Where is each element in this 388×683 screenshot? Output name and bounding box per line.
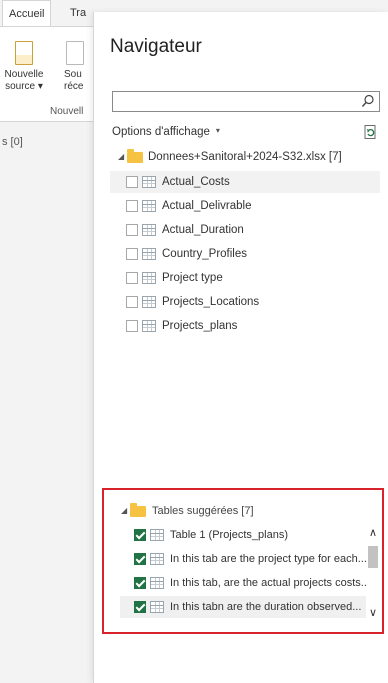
checkbox[interactable]	[126, 224, 138, 236]
suggested-item[interactable]: In this tabn are the duration observed..…	[120, 596, 366, 618]
new-source-button[interactable]: Nouvelle source ▾	[4, 41, 44, 93]
tree-item[interactable]: Projects_Locations	[126, 291, 380, 313]
table-icon	[142, 272, 156, 284]
scroll-down-icon[interactable]: ∨	[366, 606, 380, 620]
tree-item[interactable]: Projects_plans	[126, 315, 380, 337]
suggested-tables-panel: ◢ Tables suggérées [7] Table 1 (Projects…	[102, 488, 384, 634]
suggested-item-label: Table 1 (Projects_plans)	[170, 529, 289, 541]
table-icon	[150, 601, 164, 613]
checkbox[interactable]	[126, 320, 138, 332]
tree-item[interactable]: Actual_Delivrable	[126, 195, 380, 217]
tab-transform[interactable]: Tra	[64, 0, 92, 26]
checkbox[interactable]	[126, 176, 138, 188]
suggested-item[interactable]: In this tab are the project type for eac…	[134, 548, 366, 570]
tree-item[interactable]: Actual_Costs	[110, 171, 380, 193]
table-icon	[150, 529, 164, 541]
tree-item[interactable]: Actual_Duration	[126, 219, 380, 241]
display-options-dropdown[interactable]: Options d'affichage ▾	[112, 126, 220, 138]
suggested-tables-label: Tables suggérées [7]	[152, 505, 254, 517]
ribbon-tabs: Accueil Tra	[0, 0, 100, 26]
new-source-icon	[15, 41, 33, 65]
workbook-label: Donnees+Sanitoral+2024-S32.xlsx [7]	[148, 151, 342, 163]
collapse-icon[interactable]: ◢	[121, 502, 127, 520]
search-icon[interactable]	[361, 94, 375, 108]
checkbox-checked[interactable]	[134, 601, 146, 613]
scrollbar-thumb[interactable]	[368, 546, 378, 568]
refresh-icon[interactable]	[362, 124, 378, 140]
table-icon	[142, 224, 156, 236]
table-icon	[142, 248, 156, 260]
checkbox[interactable]	[126, 272, 138, 284]
new-source-label-2: source ▾	[5, 81, 43, 92]
new-source-label: Nouvelle	[4, 69, 44, 80]
folder-icon	[130, 503, 146, 517]
tree-item-label: Projects_plans	[162, 320, 238, 332]
checkbox-checked[interactable]	[134, 529, 146, 541]
search-input[interactable]	[112, 91, 380, 112]
suggested-item-label: In this tab are the project type for eac…	[170, 553, 366, 565]
recent-sources-icon	[66, 41, 84, 65]
suggested-tables-root[interactable]: ◢ Tables suggérées [7]	[118, 502, 358, 520]
left-pane-label: s [0]	[2, 136, 23, 148]
collapse-icon[interactable]: ◢	[118, 147, 124, 167]
table-icon	[142, 200, 156, 212]
tab-accueil[interactable]: Accueil	[2, 0, 52, 26]
tree-item-label: Project type	[162, 272, 223, 284]
tree-item[interactable]: Project type	[126, 267, 380, 289]
tree-item-label: Actual_Delivrable	[162, 200, 252, 212]
checkbox[interactable]	[126, 200, 138, 212]
table-icon	[142, 176, 156, 188]
tree-item-label: Country_Profiles	[162, 248, 248, 260]
tree-item-label: Actual_Costs	[162, 176, 230, 188]
checkbox[interactable]	[126, 296, 138, 308]
suggested-item-label: In this tabn are the duration observed..…	[170, 601, 362, 613]
ribbon-group-label: Nouvell	[50, 106, 84, 117]
tree-root-workbook[interactable]: ◢ Donnees+Sanitoral+2024-S32.xlsx [7]	[110, 147, 380, 167]
display-options-label: Options d'affichage	[112, 126, 210, 138]
table-icon	[142, 296, 156, 308]
scroll-up-icon[interactable]: ∧	[366, 526, 380, 540]
tree-item-label: Actual_Duration	[162, 224, 244, 236]
checkbox-checked[interactable]	[134, 553, 146, 565]
suggested-item[interactable]: Table 1 (Projects_plans)	[134, 524, 364, 546]
table-icon	[150, 553, 164, 565]
table-icon	[142, 320, 156, 332]
tree-item[interactable]: Country_Profiles	[126, 243, 380, 265]
suggested-item-label: In this tab, are the actual projects cos…	[170, 577, 366, 589]
table-icon	[150, 577, 164, 589]
chevron-down-icon: ▾	[215, 126, 220, 135]
dialog-title: Navigateur	[110, 36, 202, 57]
folder-icon	[127, 149, 143, 163]
tree-item-label: Projects_Locations	[162, 296, 260, 308]
checkbox-checked[interactable]	[134, 577, 146, 589]
suggested-item[interactable]: In this tab, are the actual projects cos…	[134, 572, 366, 594]
checkbox[interactable]	[126, 248, 138, 260]
